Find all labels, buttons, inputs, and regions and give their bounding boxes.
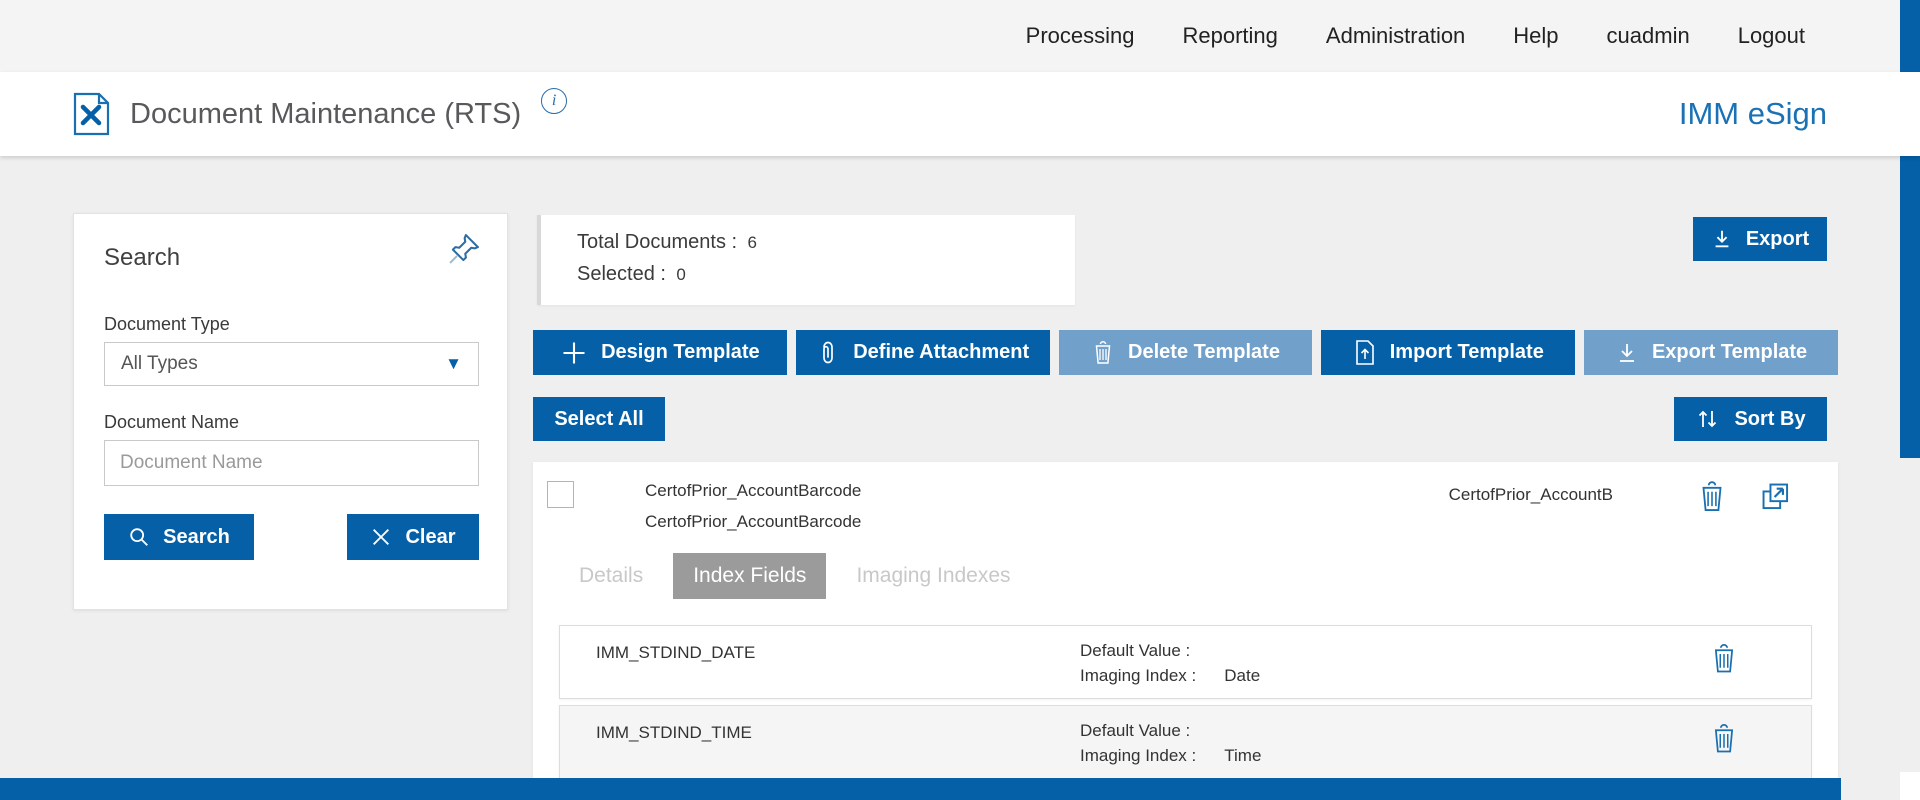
document-name-line2: CertofPrior_AccountBarcode	[645, 512, 862, 531]
document-type-label: Document Type	[104, 314, 230, 334]
export-button[interactable]: Export	[1693, 217, 1827, 261]
nav-reporting[interactable]: Reporting	[1183, 23, 1278, 49]
document-name-input[interactable]	[104, 440, 479, 486]
nav-help[interactable]: Help	[1513, 23, 1558, 49]
document-card: CertofPrior_AccountBarcode CertofPrior_A…	[533, 462, 1838, 800]
document-name-line1: CertofPrior_AccountBarcode	[645, 481, 862, 500]
define-attachment-button[interactable]: Define Attachment	[795, 330, 1050, 375]
delete-template-label: Delete Template	[1128, 341, 1280, 363]
trash-icon[interactable]	[1709, 642, 1739, 676]
search-icon	[128, 526, 150, 548]
trash-icon[interactable]	[1709, 722, 1739, 756]
design-template-label: Design Template	[601, 341, 760, 363]
pin-icon[interactable]	[445, 230, 483, 268]
sort-by-button[interactable]: Sort By	[1674, 397, 1827, 441]
info-icon[interactable]: i	[541, 88, 568, 114]
tab-imaging-indexes[interactable]: Imaging Indexes	[836, 553, 1030, 599]
export-template-button[interactable]: Export Template	[1584, 330, 1838, 375]
imaging-index-value: Time	[1224, 746, 1262, 765]
index-field-row: IMM_STDIND_DATE Default Value : Imaging …	[559, 625, 1812, 699]
search-button[interactable]: Search	[104, 514, 254, 560]
select-all-label: Select All	[554, 407, 644, 430]
search-button-label: Search	[163, 525, 230, 548]
search-panel: Search Document Type All Types ▼ Documen…	[73, 213, 508, 610]
bottom-bar	[0, 778, 1841, 800]
export-template-label: Export Template	[1651, 341, 1808, 363]
nav-logout[interactable]: Logout	[1738, 23, 1805, 49]
nav-administration[interactable]: Administration	[1326, 23, 1465, 49]
imaging-index-label: Imaging Index :	[1080, 666, 1197, 685]
index-field-row: IMM_STDIND_TIME Default Value : Imaging …	[559, 705, 1812, 779]
clear-button[interactable]: Clear	[347, 514, 479, 560]
selected-value: 0	[676, 265, 686, 284]
document-tabs: Details Index Fields Imaging Indexes	[559, 553, 1031, 599]
paperclip-icon	[816, 340, 840, 366]
clear-button-label: Clear	[405, 525, 456, 548]
corner-spacer	[1900, 772, 1920, 800]
tab-details[interactable]: Details	[559, 553, 663, 599]
plus-icon	[560, 339, 588, 367]
selected-label: Selected :	[577, 263, 666, 285]
close-icon	[370, 526, 392, 548]
imaging-index-label: Imaging Index :	[1080, 746, 1197, 765]
summary-card: Total Documents : 6 Selected : 0	[537, 215, 1075, 305]
nav-user-cuadmin[interactable]: cuadmin	[1607, 23, 1690, 49]
document-type-value: All Types	[121, 353, 198, 374]
download-icon	[1615, 341, 1639, 365]
trash-icon	[1091, 340, 1115, 366]
index-fields-list: IMM_STDIND_DATE Default Value : Imaging …	[559, 625, 1812, 785]
total-documents-label: Total Documents :	[577, 231, 738, 253]
top-nav: Processing Reporting Administration Help…	[1026, 0, 1805, 72]
page-header: Document Maintenance (RTS) i IMM eSign	[0, 72, 1920, 156]
delete-template-button[interactable]: Delete Template	[1058, 330, 1313, 375]
document-type-select[interactable]: All Types ▼	[104, 342, 479, 386]
chevron-down-icon: ▼	[445, 354, 462, 373]
import-icon	[1353, 339, 1377, 366]
import-template-button[interactable]: Import Template	[1321, 330, 1576, 375]
imaging-index-value: Date	[1224, 666, 1261, 685]
define-attachment-label: Define Attachment	[853, 341, 1030, 363]
nav-processing[interactable]: Processing	[1026, 23, 1135, 49]
document-checkbox[interactable]	[547, 481, 574, 508]
document-short-name: CertofPrior_AccountB	[1448, 485, 1613, 504]
brand-logo: IMM eSign	[1678, 96, 1827, 131]
index-field-name: IMM_STDIND_DATE	[596, 643, 756, 662]
design-template-button[interactable]: Design Template	[533, 330, 787, 375]
index-field-name: IMM_STDIND_TIME	[596, 723, 752, 742]
open-external-icon[interactable]	[1758, 479, 1794, 515]
sort-by-label: Sort By	[1734, 407, 1806, 430]
search-panel-title: Search	[104, 244, 181, 271]
total-documents-value: 6	[747, 233, 757, 252]
document-name-label: Document Name	[104, 412, 240, 432]
default-value-label: Default Value :	[1080, 641, 1191, 660]
default-value-label: Default Value :	[1080, 721, 1191, 740]
scrollbar-thumb[interactable]	[1900, 0, 1920, 458]
tab-index-fields[interactable]: Index Fields	[673, 553, 827, 599]
download-icon	[1711, 228, 1733, 250]
sort-arrows-icon	[1695, 407, 1721, 431]
template-toolbar: Design Template Define Attachment Delete…	[533, 330, 1838, 375]
page-title: Document Maintenance (RTS)	[130, 97, 522, 130]
document-tools-icon	[73, 92, 110, 136]
export-button-label: Export	[1745, 227, 1810, 250]
trash-icon[interactable]	[1696, 480, 1728, 514]
select-all-button[interactable]: Select All	[533, 397, 665, 441]
import-template-label: Import Template	[1389, 341, 1544, 363]
top-bar: Processing Reporting Administration Help…	[0, 0, 1920, 72]
